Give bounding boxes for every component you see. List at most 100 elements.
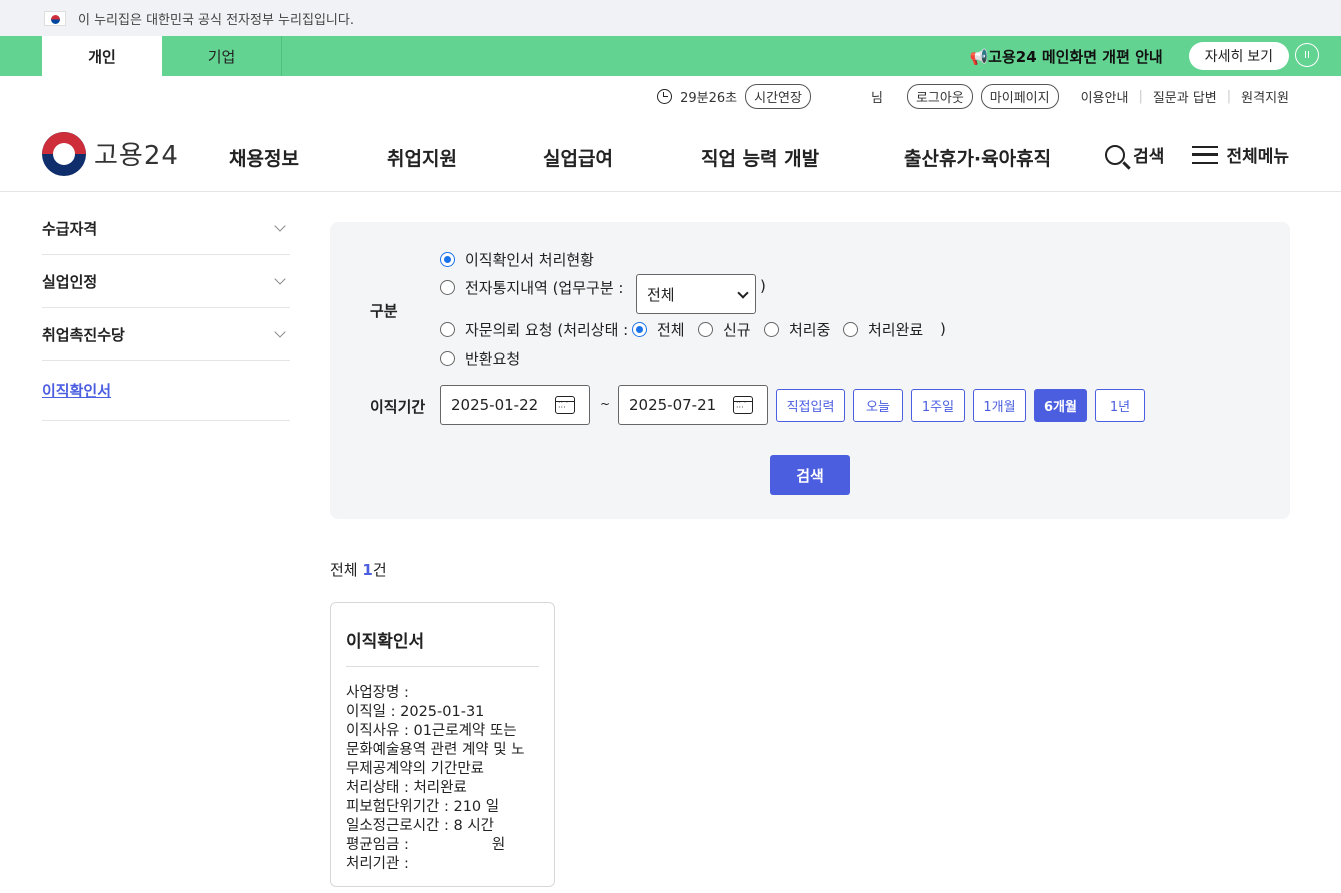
nav-item-employment-support[interactable]: 취업지원 — [387, 144, 457, 171]
notice-text[interactable]: 📢고용24 메인화면 개편 안내 — [969, 46, 1162, 67]
card-line-work-hours: 일소정근로시간 : 8 시간 — [346, 818, 494, 834]
business-type-select[interactable]: 전체 — [636, 274, 756, 314]
date-to-input[interactable]: 2025-07-21 — [618, 385, 768, 425]
card-line-business-name: 사업장명 : — [346, 685, 409, 701]
substatus-processing[interactable]: 처리중 — [764, 319, 830, 340]
sidebar-item-label: 실업인정 — [42, 272, 98, 291]
period-1year-button[interactable]: 1년 — [1095, 389, 1145, 422]
substatus-complete-label: 처리완료 — [868, 321, 924, 339]
search-submit-button[interactable]: 검색 — [770, 455, 850, 495]
extend-session-button[interactable]: 시간연장 — [745, 83, 811, 109]
total-count: 1 — [362, 561, 373, 579]
option-return-request[interactable]: 반환요청 — [440, 348, 520, 369]
link-qna[interactable]: 질문과 답변 — [1153, 87, 1217, 106]
all-menu-button[interactable]: 전체메뉴 — [1192, 142, 1289, 167]
calendar-icon[interactable] — [733, 396, 753, 414]
paren-close: ) — [940, 320, 946, 338]
card-line-reason-cont: 문화예술용역 관련 계약 및 노 — [346, 742, 525, 758]
card-line-office: 처리기관 : — [346, 856, 409, 872]
substatus-complete[interactable]: 처리완료 — [843, 319, 923, 340]
gov-banner: 이 누리집은 대한민국 공식 전자정부 누리집입니다. — [0, 0, 1341, 36]
radio-status[interactable] — [440, 252, 455, 267]
utility-bar: 29분26초 시간연장 님 로그아웃 마이페이지 이용안내 | 질문과 답변 |… — [0, 76, 1341, 116]
radio-electronic-notice[interactable] — [440, 280, 455, 295]
nav-item-skill-development[interactable]: 직업 능력 개발 — [701, 144, 819, 171]
date-from-input[interactable]: 2025-01-22 — [440, 385, 590, 425]
link-guide[interactable]: 이용안내 — [1081, 87, 1129, 106]
sidebar-item-separation-certificate[interactable]: 이직확인서 — [42, 361, 290, 421]
substatus-new-label: 신규 — [723, 321, 751, 339]
logo[interactable]: 고용24 — [42, 131, 179, 176]
total-prefix: 전체 — [330, 561, 363, 579]
option-electronic-notice[interactable]: 전자통지내역 (업무구분 : — [440, 277, 623, 298]
sidebar-item-unemployment-certification[interactable]: 실업인정 — [42, 255, 290, 308]
search-icon — [1105, 144, 1126, 165]
paren-close: ) — [760, 277, 766, 295]
taegeuk-logo-icon — [42, 131, 86, 176]
mypage-button[interactable]: 마이페이지 — [980, 83, 1059, 109]
option-return-request-label: 반환요청 — [465, 350, 521, 368]
sidebar: 수급자격 실업인정 취업촉진수당 이직확인서 — [42, 202, 290, 421]
logo-text: 고용24 — [94, 141, 179, 171]
result-card[interactable]: 이직확인서 사업장명 : 이직일 : 2025-01-31 이직사유 : 01근… — [330, 602, 555, 887]
substatus-new[interactable]: 신규 — [698, 319, 751, 340]
date-to-value: 2025-07-21 — [629, 396, 717, 414]
card-line-reason: 이직사유 : 01근로계약 또는 — [346, 723, 517, 739]
search-button[interactable]: 검색 — [1105, 142, 1164, 167]
card-line-insured-period: 피보험단위기간 : 210 일 — [346, 799, 500, 815]
search-label: 검색 — [1133, 147, 1165, 167]
option-status[interactable]: 이직확인서 처리현황 — [440, 249, 594, 270]
nav-item-parental-leave[interactable]: 출산휴가·육아휴직 — [904, 144, 1051, 171]
substatus-all[interactable]: 전체 — [632, 319, 685, 340]
nav-item-jobs[interactable]: 채용정보 — [229, 144, 299, 171]
option-electronic-notice-label: 전자통지내역 (업무구분 : — [465, 279, 624, 297]
period-custom-button[interactable]: 직접입력 — [776, 389, 845, 422]
tab-personal[interactable]: 개인 — [42, 36, 162, 76]
sidebar-item-label: 수급자격 — [42, 219, 98, 238]
category-label: 구분 — [370, 302, 398, 320]
result-total: 전체 1건 — [330, 559, 387, 580]
period-1week-button[interactable]: 1주일 — [911, 389, 965, 422]
radio-substatus-new[interactable] — [698, 322, 713, 337]
period-1month-button[interactable]: 1개월 — [973, 389, 1026, 422]
option-consult-request[interactable]: 자문의뢰 요청 (처리상태 : — [440, 319, 628, 340]
clock-icon — [657, 88, 673, 104]
substatus-all-label: 전체 — [657, 321, 685, 339]
nav-item-unemployment-benefit[interactable]: 실업급여 — [543, 144, 613, 171]
chevron-down-icon — [274, 326, 286, 338]
card-line-status: 처리상태 : 처리완료 — [346, 780, 467, 796]
radio-consult-request[interactable] — [440, 322, 455, 337]
logout-button[interactable]: 로그아웃 — [906, 83, 973, 109]
option-consult-request-label: 자문의뢰 요청 (처리상태 : — [465, 321, 629, 339]
tab-business[interactable]: 기업 — [162, 36, 282, 76]
korea-flag-icon — [44, 10, 66, 26]
hamburger-icon — [1192, 145, 1219, 164]
calendar-icon[interactable] — [555, 396, 575, 414]
pause-icon[interactable]: II — [1295, 43, 1319, 67]
date-separator: ~ — [600, 397, 611, 411]
radio-substatus-all[interactable] — [632, 322, 647, 337]
sidebar-item-eligibility[interactable]: 수급자격 — [42, 202, 290, 255]
card-line-avg-wage: 평균임금 : 원 — [346, 837, 506, 853]
sidebar-item-label: 취업촉진수당 — [42, 325, 125, 344]
link-remote-support[interactable]: 원격지원 — [1241, 87, 1289, 106]
chevron-down-icon — [274, 220, 286, 232]
notice-detail-button[interactable]: 자세히 보기 — [1188, 42, 1289, 70]
card-line-separation-date: 이직일 : 2025-01-31 — [346, 704, 485, 720]
substatus-processing-label: 처리중 — [789, 321, 831, 339]
notice-banner: 📢고용24 메인화면 개편 안내 자세히 보기 II — [969, 36, 1319, 76]
top-tab-bar: 개인 기업 📢고용24 메인화면 개편 안내 자세히 보기 II — [0, 36, 1341, 76]
date-from-value: 2025-01-22 — [451, 396, 539, 414]
radio-substatus-processing[interactable] — [764, 322, 779, 337]
chevron-down-icon — [274, 273, 286, 285]
radio-substatus-complete[interactable] — [843, 322, 858, 337]
radio-return-request[interactable] — [440, 351, 455, 366]
period-today-button[interactable]: 오늘 — [853, 389, 903, 422]
search-form: 구분 이직확인서 처리현황 전자통지내역 (업무구분 : 전체 ) 자문의뢰 요… — [330, 222, 1290, 519]
period-label: 이직기간 — [370, 398, 426, 416]
gov-banner-text: 이 누리집은 대한민국 공식 전자정부 누리집입니다. — [78, 12, 354, 28]
sidebar-item-employment-allowance[interactable]: 취업촉진수당 — [42, 308, 290, 361]
card-title: 이직확인서 — [346, 603, 539, 667]
period-6month-button[interactable]: 6개월 — [1034, 389, 1087, 422]
main-navigation: 고용24 채용정보 취업지원 실업급여 직업 능력 개발 출산휴가·육아휴직 검… — [0, 116, 1341, 192]
